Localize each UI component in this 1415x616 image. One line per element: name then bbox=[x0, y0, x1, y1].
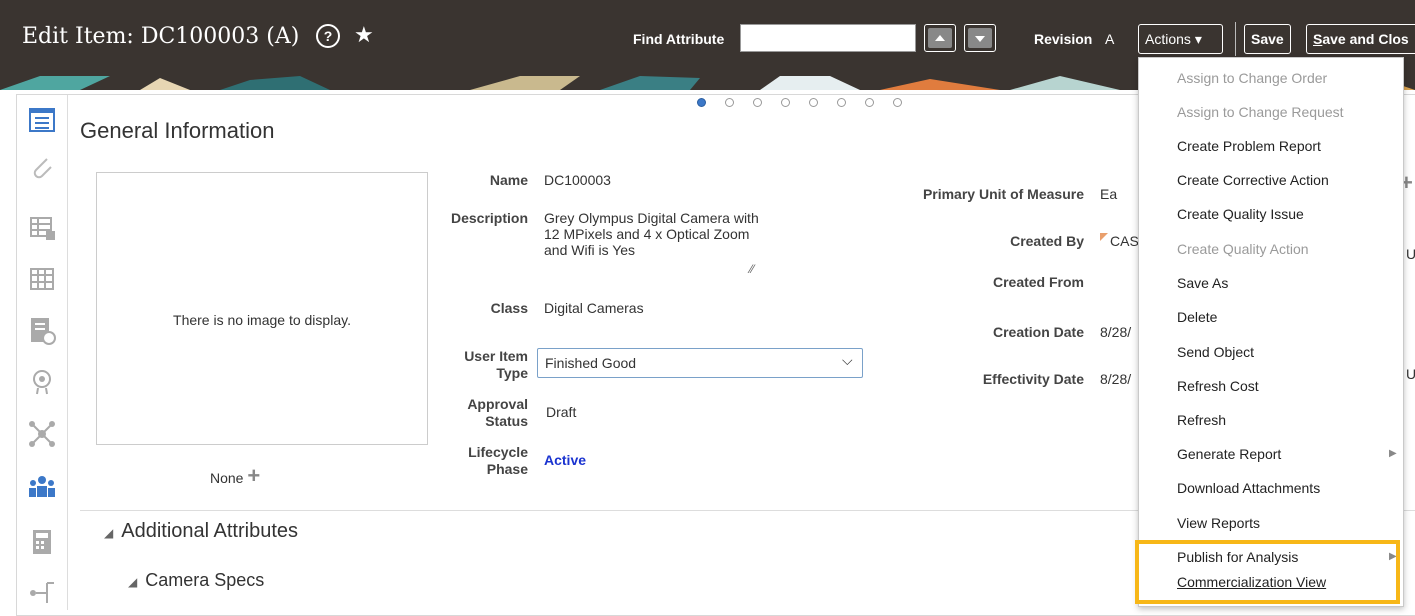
save-button[interactable]: Save bbox=[1244, 24, 1291, 54]
name-value: DC100003 bbox=[544, 172, 611, 188]
revision-value: A bbox=[1105, 31, 1115, 47]
collapse-triangle-icon: ◢ bbox=[128, 575, 138, 589]
attachments-paperclip-icon[interactable] bbox=[27, 153, 57, 183]
award-badge-icon[interactable] bbox=[27, 367, 57, 397]
menu-item[interactable]: Send Object bbox=[1177, 344, 1254, 360]
carousel-dot[interactable] bbox=[697, 98, 706, 107]
general-information-icon[interactable] bbox=[27, 105, 57, 135]
save-and-close-button[interactable]: Save and Clos bbox=[1306, 24, 1415, 54]
effectivity-date-value: 8/28/ bbox=[1100, 371, 1132, 387]
caret-down-icon: ▾ bbox=[1194, 31, 1202, 47]
find-next-button[interactable] bbox=[964, 24, 996, 52]
primary-uom-label: Primary Unit of Measure bbox=[922, 186, 1084, 202]
actions-dropdown-menu: Assign to Change Order Assign to Change R… bbox=[1138, 57, 1404, 607]
approval-status-value: Draft bbox=[546, 404, 577, 420]
additional-attributes-header[interactable]: ◢ Additional Attributes bbox=[104, 520, 298, 543]
creation-date-label: Creation Date bbox=[992, 324, 1084, 340]
menu-item[interactable]: Create Corrective Action bbox=[1177, 172, 1329, 188]
created-by-value[interactable]: CAS bbox=[1110, 233, 1139, 250]
people-group-icon[interactable] bbox=[27, 471, 57, 501]
lifecycle-phase-label: Lifecycle Phase bbox=[468, 444, 528, 477]
name-label: Name bbox=[489, 172, 528, 188]
chevron-down-icon: ⌵ bbox=[842, 352, 853, 368]
right-edge-text: U bbox=[1406, 246, 1415, 262]
carousel-dot[interactable] bbox=[837, 98, 846, 107]
find-attribute-label: Find Attribute bbox=[633, 31, 725, 47]
user-item-type-label: User Item Type bbox=[464, 348, 528, 381]
left-navigation-rail bbox=[17, 95, 68, 610]
class-value: Digital Cameras bbox=[544, 300, 644, 316]
user-item-type-value: Finished Good bbox=[545, 355, 637, 371]
menu-item[interactable]: View Reports bbox=[1177, 515, 1260, 531]
created-by-label: Created By bbox=[1010, 233, 1084, 249]
page-title: Edit Item: DC100003 (A) bbox=[22, 24, 300, 49]
effectivity-date-label: Effectivity Date bbox=[982, 371, 1084, 387]
menu-item[interactable]: Create Problem Report bbox=[1177, 138, 1321, 154]
menu-item[interactable]: Save As bbox=[1177, 275, 1228, 291]
menu-item[interactable]: Refresh Cost bbox=[1177, 378, 1259, 394]
menu-item[interactable]: Delete bbox=[1177, 309, 1217, 325]
triangle-down-icon bbox=[975, 36, 985, 42]
section-title: General Information bbox=[80, 118, 275, 143]
description-label: Description bbox=[450, 210, 528, 226]
submenu-arrow-icon: ▶ bbox=[1389, 448, 1397, 459]
triangle-up-icon bbox=[935, 35, 945, 41]
created-by-flag-icon bbox=[1100, 233, 1108, 241]
resize-handle-icon[interactable]: ⁄⁄ bbox=[750, 262, 754, 276]
carousel-dot[interactable] bbox=[809, 98, 818, 107]
carousel-dot[interactable] bbox=[725, 98, 734, 107]
description-field[interactable]: Grey Olympus Digital Camera with 12 MPix… bbox=[544, 210, 764, 258]
add-image-icon[interactable]: + bbox=[247, 463, 260, 488]
carousel-dot[interactable] bbox=[781, 98, 790, 107]
revision-label: Revision bbox=[1034, 31, 1093, 47]
document-clock-icon[interactable] bbox=[27, 315, 57, 345]
image-none-label: None + bbox=[210, 463, 261, 488]
header-divider bbox=[1235, 22, 1236, 56]
menu-item[interactable]: Download Attachments bbox=[1177, 480, 1320, 496]
class-label: Class bbox=[490, 300, 528, 316]
menu-item[interactable]: Generate Report bbox=[1177, 446, 1281, 462]
menu-item[interactable]: Create Quality Action bbox=[1177, 241, 1309, 257]
carousel-dot[interactable] bbox=[893, 98, 902, 107]
network-nodes-icon[interactable] bbox=[27, 419, 57, 449]
menu-item[interactable]: Assign to Change Order bbox=[1177, 70, 1327, 86]
actions-menu-button[interactable]: Actions ▾ bbox=[1138, 24, 1223, 54]
lifecycle-phase-link[interactable]: Active bbox=[544, 452, 586, 468]
item-image-placeholder bbox=[96, 172, 428, 445]
primary-uom-value: Ea bbox=[1100, 186, 1118, 202]
approval-status-label: Approval Status bbox=[467, 396, 528, 429]
help-icon[interactable]: ? bbox=[316, 24, 340, 48]
favorite-star-icon[interactable]: ★ bbox=[354, 22, 374, 48]
table-grid-icon[interactable] bbox=[27, 263, 57, 293]
menu-item[interactable]: Refresh bbox=[1177, 412, 1226, 428]
carousel-dot[interactable] bbox=[753, 98, 762, 107]
collapse-triangle-icon: ◢ bbox=[104, 526, 114, 540]
no-image-text: There is no image to display. bbox=[173, 312, 351, 328]
right-edge-text: U bbox=[1406, 366, 1415, 382]
creation-date-value: 8/28/ bbox=[1100, 324, 1132, 340]
hierarchy-flow-icon[interactable] bbox=[27, 575, 57, 605]
menu-item[interactable]: Create Quality Issue bbox=[1177, 206, 1304, 222]
menu-item[interactable]: Assign to Change Request bbox=[1177, 104, 1344, 120]
find-attribute-input[interactable] bbox=[740, 24, 916, 52]
camera-specs-header[interactable]: ◢ Camera Specs bbox=[128, 570, 264, 591]
structure-grid-icon[interactable] bbox=[27, 213, 57, 243]
calculator-icon[interactable] bbox=[27, 527, 57, 557]
created-from-label: Created From bbox=[992, 274, 1084, 290]
carousel-dot[interactable] bbox=[865, 98, 874, 107]
highlight-box bbox=[1135, 540, 1400, 604]
find-previous-button[interactable] bbox=[924, 24, 956, 52]
